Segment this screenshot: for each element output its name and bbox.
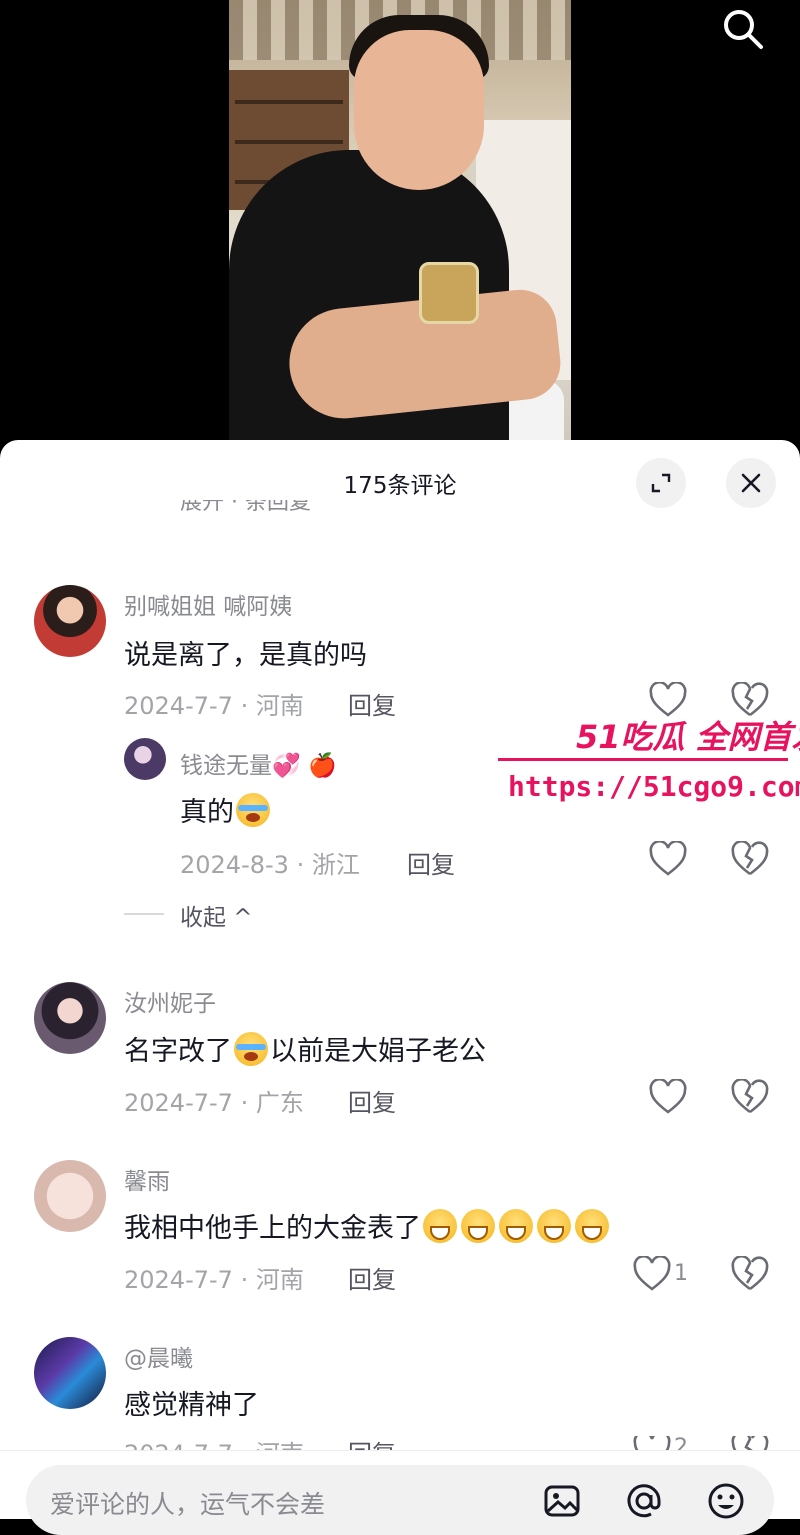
expand-icon [651, 473, 671, 493]
image-icon[interactable] [542, 1481, 582, 1521]
avatar[interactable] [34, 585, 106, 657]
video-area[interactable] [0, 0, 800, 445]
reply-text: 真的 [180, 790, 272, 829]
comment-text: 感觉精神了 [124, 1390, 259, 1421]
grin-emoji-icon [537, 1208, 571, 1243]
heart-icon[interactable] [632, 1256, 672, 1292]
like-count: 1 [674, 1261, 688, 1286]
comment-meta-clipped: 2024-7-7 · 河南 回复 2 [0, 1436, 800, 1450]
comment-input-placeholder: 爱评论的人，运气不会差 [50, 1490, 326, 1519]
avatar[interactable] [34, 1337, 106, 1409]
video-frame-person-photo [229, 0, 571, 445]
reply-button[interactable]: 回复 [348, 1260, 396, 1295]
comment-date-location: 2024-7-7 · 河南 [124, 1266, 304, 1294]
comment-text: 说是离了，是真的吗 [124, 640, 367, 671]
close-icon [741, 473, 761, 493]
grin-emoji-icon [423, 1208, 457, 1243]
search-icon[interactable] [718, 6, 766, 50]
watermark-underline [498, 758, 788, 761]
comment-date-location: 2024-7-7 · 河南 [124, 692, 304, 720]
expand-button[interactable] [636, 458, 686, 508]
broken-heart-icon[interactable] [730, 1079, 770, 1115]
reply-date-location: 2024-8-3 · 浙江 [180, 851, 360, 879]
crying-laughing-emoji-icon [236, 792, 270, 827]
comment-username[interactable]: 别喊姐姐 喊阿姨 [124, 587, 292, 621]
close-button[interactable] [726, 458, 776, 508]
comment-date-location: 2024-7-7 · 广东 [124, 1089, 304, 1117]
comment-input[interactable]: 爱评论的人，运气不会差 [26, 1465, 774, 1535]
grin-emoji-icon [499, 1208, 533, 1243]
reply-button[interactable]: 回复 [348, 1436, 396, 1450]
comment-username[interactable]: 汝州妮子 [124, 984, 216, 1018]
reply-button[interactable]: 回复 [348, 1083, 396, 1118]
heart-icon[interactable] [632, 1436, 672, 1450]
comment-date-location: 2024-7-7 · 河南 [124, 1436, 304, 1450]
comment-text: 我相中他手上的大金表了 [124, 1206, 611, 1245]
heart-icon[interactable] [648, 841, 688, 877]
reply-username[interactable]: 钱途无量💞 🍎 [180, 746, 337, 780]
grin-emoji-icon [575, 1208, 609, 1243]
grin-emoji-icon [461, 1208, 495, 1243]
emoji-icon[interactable] [706, 1481, 746, 1521]
watermark-brand: 51吃瓜 全网首发 [576, 718, 800, 756]
avatar[interactable] [34, 1160, 106, 1232]
comment-text: 名字改了 以前是大娟子老公 [124, 1029, 486, 1068]
broken-heart-icon[interactable] [730, 1256, 770, 1292]
collapse-replies-button[interactable]: 收起 ^ [180, 898, 253, 932]
watermark-url: https://51cgo9.com [508, 770, 800, 803]
like-count: 2 [674, 1436, 688, 1450]
comment-username[interactable]: @晨曦 [124, 1339, 193, 1373]
broken-heart-icon[interactable] [730, 841, 770, 877]
crying-laughing-emoji-icon [234, 1031, 268, 1066]
comment-username[interactable]: 馨雨 [124, 1162, 170, 1196]
reply-button[interactable]: 回复 [407, 845, 455, 880]
avatar[interactable] [124, 738, 166, 780]
collapsed-replies-hint[interactable]: 展开 · 条回复 [180, 500, 311, 530]
collapse-divider [124, 913, 164, 915]
comment-sheet: 175条评论 展开 · 条回复 [0, 440, 800, 1519]
heart-icon[interactable] [648, 1079, 688, 1115]
reply-button[interactable]: 回复 [348, 686, 396, 721]
broken-heart-icon[interactable] [730, 1436, 770, 1450]
at-icon[interactable] [624, 1481, 664, 1521]
avatar[interactable] [34, 982, 106, 1054]
